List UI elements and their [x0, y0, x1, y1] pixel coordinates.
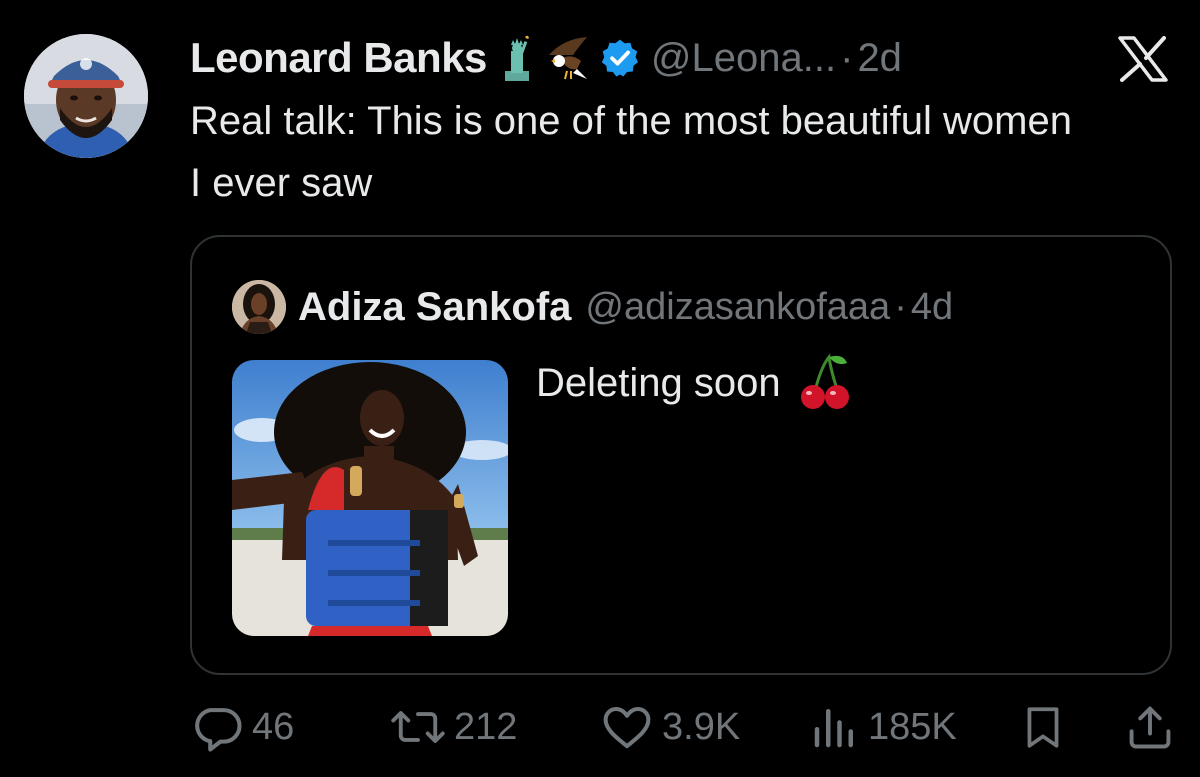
quoted-tweet-timestamp[interactable]: 4d [911, 286, 953, 329]
views-count: 185K [868, 705, 957, 748]
bookmark-icon [1018, 700, 1068, 754]
reply-count: 46 [252, 705, 295, 748]
share-button[interactable] [1124, 700, 1176, 754]
quoted-author-avatar[interactable] [232, 280, 286, 334]
quoted-tweet-header: Adiza Sankofa @adizasankofaaa · 4d [298, 281, 953, 333]
like-count: 3.9K [662, 705, 741, 748]
quoted-tweet-photo[interactable] [232, 360, 508, 636]
tweet-text: Real talk: This is one of the most beaut… [190, 99, 1072, 205]
quoted-header-separator: · [894, 285, 907, 328]
header-separator: · [840, 35, 854, 80]
like-button[interactable]: 3.9K [600, 700, 740, 754]
repost-button[interactable]: 212 [390, 700, 517, 754]
quoted-author-handle[interactable]: @adizasankofaaa [585, 286, 890, 329]
quoted-author-name[interactable]: Adiza Sankofa [298, 285, 571, 330]
verified-badge-icon[interactable] [599, 37, 641, 79]
quoted-tweet-card[interactable]: Adiza Sankofa @adizasankofaaa · 4d Delet… [190, 235, 1172, 675]
reply-icon [190, 700, 244, 754]
bookmark-button[interactable] [1018, 700, 1068, 754]
author-handle[interactable]: @Leona... [651, 36, 836, 81]
x-logo-icon[interactable] [1116, 36, 1170, 82]
tweet-header: Leonard Banks @Leona... · 2d [190, 30, 902, 86]
author-avatar[interactable] [24, 34, 148, 158]
repost-icon [390, 700, 446, 754]
action-bar: 46 212 3.9K 185K [0, 700, 1200, 754]
views-button[interactable]: 185K [810, 700, 957, 754]
repost-count: 212 [454, 705, 518, 748]
like-icon [600, 700, 654, 754]
tweet-timestamp[interactable]: 2d [857, 36, 902, 81]
eagle-icon [547, 35, 587, 81]
views-icon [810, 700, 860, 754]
statue-of-liberty-icon [497, 35, 537, 81]
quoted-tweet-text: Deleting soon [536, 360, 781, 405]
reply-button[interactable]: 46 [190, 700, 294, 754]
author-name[interactable]: Leonard Banks [190, 34, 487, 82]
quoted-tweet-text-row: Deleting soon [536, 353, 851, 413]
cherries-icon [799, 353, 851, 413]
share-icon [1124, 700, 1176, 754]
